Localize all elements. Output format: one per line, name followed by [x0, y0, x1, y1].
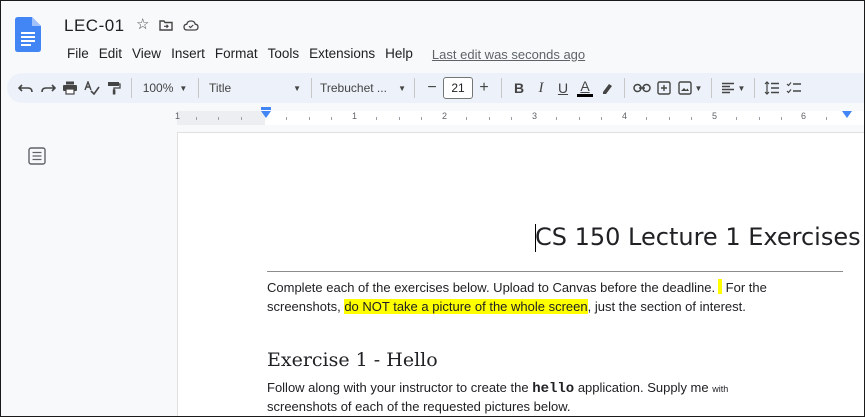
insert-image-button[interactable]: ▼: [675, 76, 705, 100]
style-dropdown[interactable]: Title ▼: [205, 76, 305, 100]
font-value: Trebuchet ...: [320, 81, 387, 95]
exercise-text-small: with: [712, 384, 729, 394]
menu-extensions[interactable]: Extensions: [304, 45, 380, 63]
zoom-value: 100%: [142, 81, 174, 95]
move-to-folder-icon[interactable]: [159, 19, 174, 31]
title-icons: ☆: [136, 15, 200, 35]
checklist-icon[interactable]: [783, 76, 805, 100]
ruler-number: 6: [801, 111, 807, 121]
text-color-letter: A: [580, 78, 590, 94]
intro-text: For the: [722, 280, 767, 295]
highlight-pen-icon[interactable]: [596, 76, 618, 100]
ruler-number: 5: [712, 111, 718, 121]
menu-edit[interactable]: Edit: [94, 45, 127, 63]
intro-text: screenshots,: [267, 299, 345, 314]
toolbar-divider: [754, 78, 755, 98]
intro-paragraph-line-1[interactable]: Complete each of the exercises below. Up…: [267, 278, 767, 297]
google-docs-logo-icon[interactable]: [15, 17, 41, 52]
toolbar-divider: [131, 78, 132, 98]
cloud-saved-icon[interactable]: [183, 19, 200, 31]
ruler-number: 1: [352, 111, 358, 121]
undo-icon[interactable]: [15, 76, 37, 100]
chevron-down-icon: ▼: [398, 83, 406, 93]
exercise-text: application. Supply me: [574, 380, 713, 395]
document-heading[interactable]: CS 150 Lecture 1 Exercises: [535, 223, 861, 251]
underline-button[interactable]: U: [552, 76, 574, 100]
menu-file[interactable]: File: [62, 45, 94, 63]
chevron-down-icon: ▼: [694, 83, 703, 93]
style-value: Title: [209, 81, 232, 95]
toolbar-divider: [501, 78, 502, 98]
font-dropdown[interactable]: Trebuchet ... ▼: [318, 76, 408, 100]
highlighted-text: do NOT take a picture of the whole scree…: [344, 299, 588, 314]
redo-icon[interactable]: [37, 76, 59, 100]
intro-paragraph-line-2[interactable]: screenshots, do NOT take a picture of th…: [267, 297, 746, 316]
right-indent-marker[interactable]: [842, 111, 852, 118]
document-outline-icon[interactable]: [28, 147, 46, 165]
image-icon: [677, 81, 692, 95]
toolbar: 100% ▼ Title ▼ Trebuchet ... ▼ − 21 + B I U…: [7, 73, 864, 103]
link-icon[interactable]: [631, 76, 653, 100]
exercise-paragraph-line-1[interactable]: Follow along with your instructor to cre…: [267, 378, 728, 399]
menu-insert[interactable]: Insert: [166, 45, 210, 63]
star-icon[interactable]: ☆: [136, 15, 149, 35]
intro-text: Complete each of the exercises below. Up…: [267, 280, 716, 295]
horizontal-ruler[interactable]: 1 1 2 3 4 5 6: [1, 105, 864, 129]
ruler-number: 2: [442, 111, 448, 121]
exercise-text: Follow along with your instructor to cre…: [267, 380, 533, 395]
line-spacing-icon[interactable]: [761, 76, 783, 100]
align-left-icon: [721, 82, 734, 94]
first-line-indent-marker[interactable]: [261, 107, 271, 110]
spellcheck-icon[interactable]: [81, 76, 103, 100]
bold-button[interactable]: B: [508, 76, 530, 100]
toolbar-divider: [711, 78, 712, 98]
ruler-number: 1: [175, 111, 181, 121]
italic-button[interactable]: I: [530, 76, 552, 100]
left-indent-marker[interactable]: [261, 111, 271, 118]
align-button[interactable]: ▼: [718, 76, 748, 100]
menu-format[interactable]: Format: [210, 45, 263, 63]
chevron-down-icon: ▼: [179, 83, 188, 93]
header: LEC-01 ☆ File Edit View Insert Format To…: [1, 1, 864, 69]
zoom-dropdown[interactable]: 100% ▼: [138, 76, 192, 100]
text-color-swatch: [577, 94, 593, 97]
add-comment-icon[interactable]: [653, 76, 675, 100]
toolbar-divider: [624, 78, 625, 98]
decrease-font-size-button[interactable]: −: [421, 76, 443, 100]
text-color-button[interactable]: A: [574, 76, 596, 100]
intro-text: , just the section of interest.: [587, 299, 746, 314]
menu-tools[interactable]: Tools: [263, 45, 305, 63]
document-title[interactable]: LEC-01: [64, 16, 125, 36]
docs-window: LEC-01 ☆ File Edit View Insert Format To…: [0, 0, 865, 417]
code-text: hello: [532, 381, 575, 397]
print-icon[interactable]: [59, 76, 81, 100]
horizontal-rule: [267, 271, 843, 272]
ruler-number: 4: [622, 111, 628, 121]
exercise-heading[interactable]: Exercise 1 - Hello: [267, 349, 438, 371]
chevron-down-icon: ▼: [737, 83, 746, 93]
menu-bar: File Edit View Insert Format Tools Exten…: [62, 45, 585, 63]
menu-help[interactable]: Help: [380, 45, 418, 63]
last-edit-link[interactable]: Last edit was seconds ago: [432, 47, 585, 62]
menu-view[interactable]: View: [127, 45, 166, 63]
toolbar-divider: [198, 78, 199, 98]
toolbar-divider: [414, 78, 415, 98]
chevron-down-icon: ▼: [293, 83, 301, 93]
increase-font-size-button[interactable]: +: [473, 76, 495, 100]
ruler-number: 3: [532, 111, 538, 121]
exercise-paragraph-line-2[interactable]: screenshots of each of the requested pic…: [267, 397, 571, 416]
toolbar-divider: [311, 78, 312, 98]
font-size-input[interactable]: 21: [443, 77, 473, 99]
paint-format-icon[interactable]: [103, 76, 125, 100]
document-page[interactable]: [178, 133, 864, 416]
